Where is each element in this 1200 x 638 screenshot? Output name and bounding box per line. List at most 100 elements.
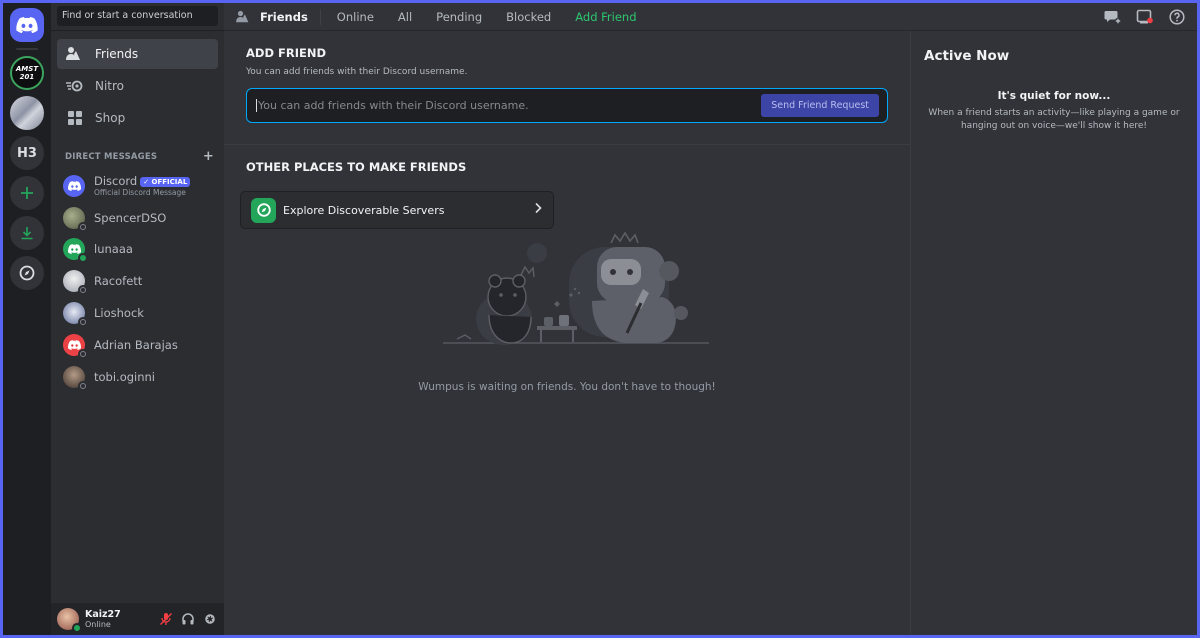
dm-name: Adrian Barajas xyxy=(94,337,178,352)
friends-header: Friends Online All Pending Blocked Add F… xyxy=(224,3,1197,31)
avatar xyxy=(63,365,88,391)
avatar xyxy=(63,174,85,197)
dm-item-tobi-oginni[interactable]: tobi.oginni xyxy=(57,361,218,393)
sidebar-item-label: Nitro xyxy=(95,79,125,93)
dm-item-lioshock[interactable]: Lioshock xyxy=(57,297,218,329)
username-input[interactable] xyxy=(256,99,762,112)
empty-state-text: Wumpus is waiting on friends. You don't … xyxy=(418,381,716,393)
status-offline-icon xyxy=(78,317,88,328)
server-rail: AMST 201 H3 xyxy=(3,3,51,635)
official-badge: ✓ OFFICIAL xyxy=(140,176,191,187)
avatar xyxy=(63,302,88,328)
dm-name: tobi.oginni xyxy=(94,369,155,384)
user-avatar[interactable] xyxy=(57,608,82,633)
headphones-icon[interactable] xyxy=(180,611,196,627)
chevron-right-icon xyxy=(533,202,543,218)
active-now-panel: Active Now It's quiet for now... When a … xyxy=(911,31,1197,635)
explore-label: Explore Discoverable Servers xyxy=(283,203,445,217)
search-input[interactable]: Find or start a conversation xyxy=(57,6,218,26)
server-amst201[interactable]: AMST 201 xyxy=(10,56,44,90)
sidebar-item-label: Friends xyxy=(95,47,139,61)
status-offline-icon xyxy=(78,348,88,359)
user-controls xyxy=(158,611,218,627)
compass-icon xyxy=(19,265,35,281)
tab-pending[interactable]: Pending xyxy=(428,8,490,26)
dm-name: Discord ✓ OFFICIAL xyxy=(94,174,191,188)
sidebar-item-friends[interactable]: Friends xyxy=(57,39,218,69)
status-offline-icon xyxy=(78,380,88,391)
create-dm-button[interactable]: + xyxy=(203,149,214,164)
discord-window: AMST 201 H3 Find or start a conversation… xyxy=(3,3,1197,635)
compass-icon xyxy=(251,197,276,223)
header-actions xyxy=(1103,7,1197,27)
dm-item-lunaaa[interactable]: lunaaa xyxy=(57,234,218,266)
dm-name: Lioshock xyxy=(94,306,144,321)
plus-icon xyxy=(21,187,33,199)
add-friend-form: Send Friend Request xyxy=(246,88,888,123)
server-h3[interactable]: H3 xyxy=(10,136,44,170)
friends-icon xyxy=(234,7,254,27)
discord-logo-icon xyxy=(16,17,38,33)
status-offline-icon xyxy=(78,221,88,232)
server-image[interactable] xyxy=(10,96,44,130)
search-bar: Find or start a conversation xyxy=(51,3,224,31)
active-now-title: Active Now xyxy=(924,48,1010,64)
dm-list: Discord ✓ OFFICIAL Official Discord Messa… xyxy=(51,170,224,393)
add-friend-title: ADD FRIEND xyxy=(246,46,327,60)
dm-item-racofett[interactable]: Racofett xyxy=(57,265,218,297)
dm-name: lunaaa xyxy=(94,242,133,257)
home-button[interactable] xyxy=(10,8,44,42)
gear-icon[interactable] xyxy=(202,611,218,627)
tab-add-friend[interactable]: Add Friend xyxy=(567,8,644,26)
mute-mic-icon[interactable] xyxy=(158,611,174,627)
inbox-icon[interactable] xyxy=(1135,7,1155,27)
content: ADD FRIEND You can add friends with thei… xyxy=(224,31,1197,635)
discord-logo-icon xyxy=(67,244,81,255)
tab-online[interactable]: Online xyxy=(329,8,382,26)
user-status: Online xyxy=(85,620,111,629)
status-online-icon xyxy=(78,253,88,264)
add-server-button[interactable] xyxy=(10,176,44,210)
dm-item-spencerdso[interactable]: SpencerDSO xyxy=(57,202,218,234)
nitro-icon xyxy=(65,76,85,96)
dm-item-discord[interactable]: Discord ✓ OFFICIAL Official Discord Messa… xyxy=(57,170,218,202)
dm-subtext: Official Discord Message xyxy=(94,188,186,198)
help-icon[interactable] xyxy=(1167,7,1187,27)
tab-all[interactable]: All xyxy=(390,8,420,26)
dm-item-adrian-barajas[interactable]: Adrian Barajas xyxy=(57,329,218,361)
new-group-dm-icon[interactable] xyxy=(1103,7,1123,27)
download-icon xyxy=(21,227,33,240)
dm-header-label: DIRECT MESSAGES xyxy=(65,151,158,162)
friends-icon xyxy=(65,44,85,64)
main-area: Friends Online All Pending Blocked Add F… xyxy=(224,3,1197,635)
page-title: Friends xyxy=(234,7,321,27)
sidebar-item-nitro[interactable]: Nitro xyxy=(57,71,218,101)
sidebar-item-shop[interactable]: Shop xyxy=(57,103,218,133)
avatar xyxy=(63,206,88,232)
add-friend-panel: ADD FRIEND You can add friends with thei… xyxy=(224,31,910,635)
explore-servers-card[interactable]: Explore Discoverable Servers xyxy=(240,191,554,229)
dm-name: SpencerDSO xyxy=(94,210,167,225)
page-title-label: Friends xyxy=(260,9,308,24)
tab-blocked[interactable]: Blocked xyxy=(498,8,559,26)
active-now-empty-title: It's quiet for now... xyxy=(997,90,1111,102)
dm-name: Racofett xyxy=(94,274,143,289)
send-friend-request-button[interactable]: Send Friend Request xyxy=(761,94,879,117)
explore-servers-button[interactable] xyxy=(10,256,44,290)
add-friend-subtitle: You can add friends with their Discord u… xyxy=(246,67,468,77)
download-apps-button[interactable] xyxy=(10,216,44,250)
avatar xyxy=(63,270,88,296)
status-offline-icon xyxy=(78,285,88,296)
avatar xyxy=(63,333,88,359)
wumpus-illustration xyxy=(443,231,709,345)
sidebar-item-label: Shop xyxy=(95,111,126,125)
discord-logo-icon xyxy=(67,181,81,191)
rail-separator xyxy=(16,48,38,50)
username: Kaiz27 xyxy=(85,609,121,620)
add-friend-section: ADD FRIEND You can add friends with thei… xyxy=(224,31,910,145)
dm-sidebar: Find or start a conversation Friends Nit… xyxy=(51,3,224,635)
shop-icon xyxy=(65,108,85,128)
dm-header: DIRECT MESSAGES + xyxy=(51,135,224,170)
avatar xyxy=(63,238,88,264)
active-now-empty-desc: When a friend starts an activity—like pl… xyxy=(928,108,1180,131)
